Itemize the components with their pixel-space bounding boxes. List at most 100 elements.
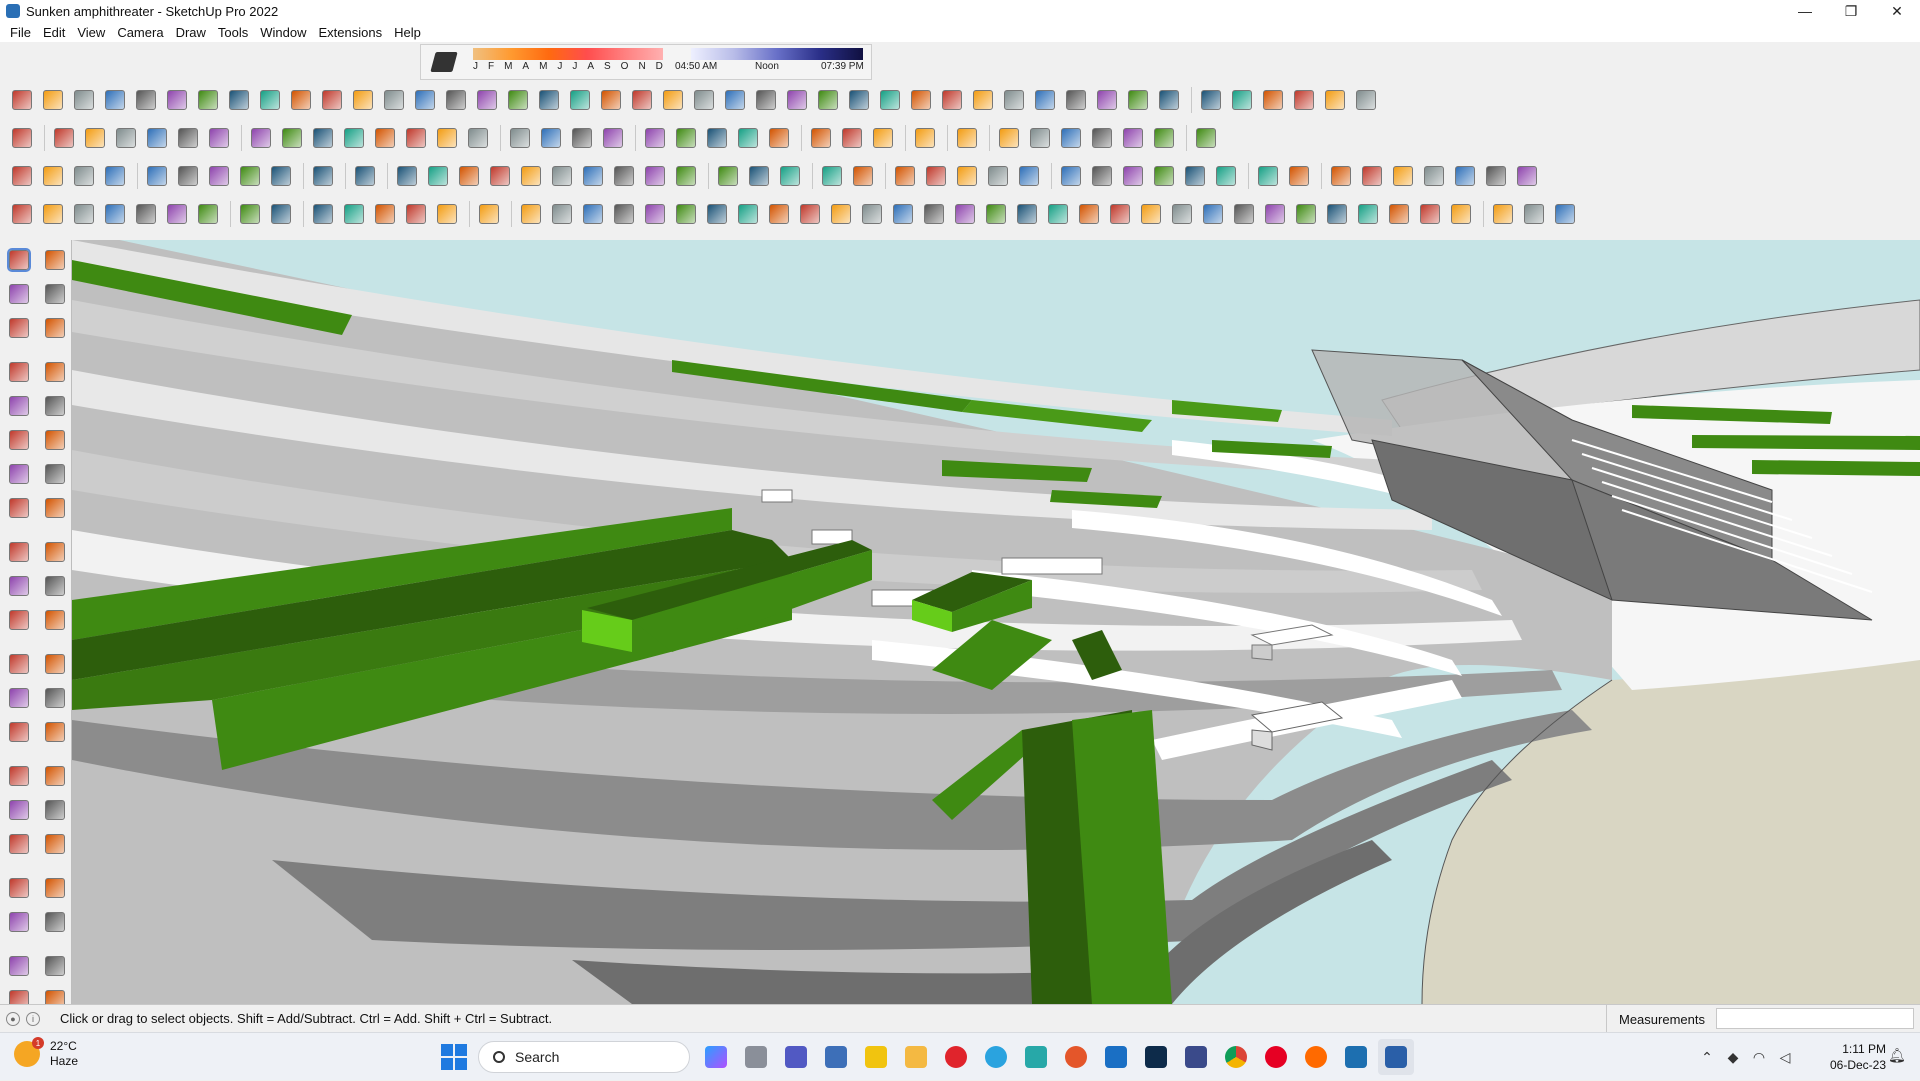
palette-tool-icon[interactable] [38, 536, 72, 568]
opera-app-icon[interactable] [938, 1039, 974, 1075]
tool-button-icon[interactable] [81, 124, 109, 152]
tool-button-icon[interactable] [506, 124, 534, 152]
tool-button-icon[interactable] [101, 86, 129, 114]
tool-button-icon[interactable] [194, 200, 222, 228]
tool-button-icon[interactable] [953, 124, 981, 152]
tool-button-icon[interactable] [995, 124, 1023, 152]
tool-button-icon[interactable] [1290, 86, 1318, 114]
tool-button-icon[interactable] [1137, 200, 1165, 228]
palette-tool-icon[interactable] [38, 424, 72, 456]
palette-tool-icon[interactable] [38, 682, 72, 714]
palette-tool-icon[interactable] [38, 716, 72, 748]
taskbar-clock[interactable]: 1:11 PM 06-Dec-23 [1806, 1041, 1886, 1073]
palette-tool-icon[interactable] [38, 244, 72, 276]
tool-button-icon[interactable] [8, 124, 36, 152]
palette-tool-icon[interactable] [2, 872, 36, 904]
minimize-button[interactable]: — [1782, 0, 1828, 22]
tool-button-icon[interactable] [610, 200, 638, 228]
tool-button-icon[interactable] [1212, 162, 1240, 190]
tool-button-icon[interactable] [1197, 86, 1225, 114]
tool-button-icon[interactable] [734, 124, 762, 152]
palette-tool-icon[interactable] [2, 492, 36, 524]
tool-button-icon[interactable] [891, 162, 919, 190]
palette-tool-icon[interactable] [38, 458, 72, 490]
tool-button-icon[interactable] [1489, 200, 1517, 228]
tool-button-icon[interactable] [8, 200, 36, 228]
taskbar-search[interactable]: Search [478, 1041, 690, 1073]
tool-button-icon[interactable] [641, 200, 669, 228]
tool-button-icon[interactable] [1062, 86, 1090, 114]
tool-button-icon[interactable] [672, 124, 700, 152]
tool-button-icon[interactable] [922, 162, 950, 190]
tool-button-icon[interactable] [402, 200, 430, 228]
tool-button-icon[interactable] [579, 162, 607, 190]
tool-button-icon[interactable] [1420, 162, 1448, 190]
tool-button-icon[interactable] [1352, 86, 1380, 114]
tool-button-icon[interactable] [442, 86, 470, 114]
tool-button-icon[interactable] [163, 86, 191, 114]
tool-button-icon[interactable] [287, 86, 315, 114]
palette-tool-icon[interactable] [38, 872, 72, 904]
chrome-app-icon[interactable] [1218, 1039, 1254, 1075]
tool-button-icon[interactable] [1015, 162, 1043, 190]
palette-tool-icon[interactable] [2, 682, 36, 714]
tool-button-icon[interactable] [8, 162, 36, 190]
tool-button-icon[interactable] [247, 124, 275, 152]
menu-camera[interactable]: Camera [111, 25, 169, 40]
tool-button-icon[interactable] [776, 162, 804, 190]
photoshop-app-icon[interactable] [1138, 1039, 1174, 1075]
tool-button-icon[interactable] [765, 200, 793, 228]
tool-button-icon[interactable] [690, 86, 718, 114]
tool-button-icon[interactable] [672, 200, 700, 228]
tool-button-icon[interactable] [1119, 162, 1147, 190]
palette-tool-icon[interactable] [38, 356, 72, 388]
sketchup-app-icon-taskbar[interactable] [1338, 1039, 1374, 1075]
tool-button-icon[interactable] [1254, 162, 1282, 190]
tool-button-icon[interactable] [1520, 200, 1548, 228]
palette-tool-icon[interactable] [38, 492, 72, 524]
tool-button-icon[interactable] [969, 86, 997, 114]
palette-tool-icon[interactable] [2, 760, 36, 792]
palette-tool-icon[interactable] [2, 828, 36, 860]
palette-tool-icon[interactable] [38, 390, 72, 422]
tool-button-icon[interactable] [433, 124, 461, 152]
tool-button-icon[interactable] [143, 124, 171, 152]
maximize-button[interactable]: ❐ [1828, 0, 1874, 22]
telegram-app-icon[interactable] [978, 1039, 1014, 1075]
file-explorer-app-icon[interactable] [898, 1039, 934, 1075]
tool-button-icon[interactable] [267, 162, 295, 190]
tool-button-icon[interactable] [703, 200, 731, 228]
tool-button-icon[interactable] [1000, 86, 1028, 114]
palette-tool-icon[interactable] [2, 424, 36, 456]
tool-button-icon[interactable] [734, 200, 762, 228]
tool-button-icon[interactable] [340, 124, 368, 152]
tool-button-icon[interactable] [568, 124, 596, 152]
menu-draw[interactable]: Draw [170, 25, 212, 40]
tool-button-icon[interactable] [537, 124, 565, 152]
tool-button-icon[interactable] [1106, 200, 1134, 228]
tool-button-icon[interactable] [1075, 200, 1103, 228]
tool-button-icon[interactable] [765, 124, 793, 152]
tool-button-icon[interactable] [907, 86, 935, 114]
weather-widget[interactable]: 1 22°C Haze [14, 1037, 78, 1069]
palette-tool-icon[interactable] [38, 278, 72, 310]
tool-button-icon[interactable] [318, 86, 346, 114]
tool-button-icon[interactable] [371, 124, 399, 152]
tool-button-icon[interactable] [1228, 86, 1256, 114]
time-slider[interactable] [691, 48, 863, 60]
tool-button-icon[interactable] [225, 86, 253, 114]
chevron-up-icon[interactable]: ⌃ [1696, 1046, 1718, 1068]
tool-button-icon[interactable] [1181, 162, 1209, 190]
tool-button-icon[interactable] [70, 86, 98, 114]
tool-button-icon[interactable] [143, 162, 171, 190]
palette-tool-icon[interactable] [2, 794, 36, 826]
tool-button-icon[interactable] [641, 162, 669, 190]
palette-tool-icon[interactable] [38, 570, 72, 602]
tool-button-icon[interactable] [920, 200, 948, 228]
palette-tool-icon[interactable] [2, 458, 36, 490]
tool-button-icon[interactable] [672, 162, 700, 190]
tool-button-icon[interactable] [1057, 124, 1085, 152]
tool-button-icon[interactable] [380, 86, 408, 114]
palette-tool-icon[interactable] [2, 244, 36, 276]
close-button[interactable]: ✕ [1874, 0, 1920, 22]
